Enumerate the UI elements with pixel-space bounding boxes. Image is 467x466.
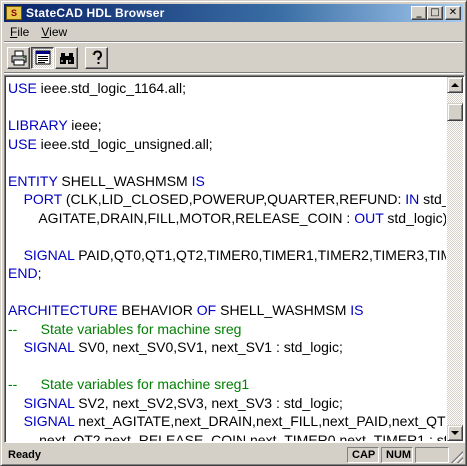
code-line: AGITATE,DRAIN,FILL,MOTOR,RELEASE_COIN : … xyxy=(8,209,446,228)
code-keyword: OUT xyxy=(354,209,384,226)
view-button[interactable] xyxy=(31,47,54,69)
code-text: SHELL_WASHMSM xyxy=(216,302,351,318)
code-line: -- State variables for machine sreg xyxy=(8,320,446,339)
print-button[interactable] xyxy=(7,47,30,69)
status-bar: Ready CAP NUM xyxy=(4,446,463,463)
browser-window-icon xyxy=(35,50,50,65)
code-keyword: IS xyxy=(191,172,205,189)
code-text: std_logic); xyxy=(383,209,446,226)
scroll-down-button[interactable] xyxy=(447,425,463,441)
code-text: SHELL_WASHMSM xyxy=(57,172,192,189)
menu-view[interactable]: View xyxy=(35,25,73,39)
code-keyword: IN xyxy=(405,191,420,207)
code-line: -- State variables for machine sreg1 xyxy=(8,375,446,394)
code-text: SV2, next_SV2,SV3, next_SV3 : std_logic; xyxy=(74,394,343,411)
code-text: BEHAVIOR xyxy=(117,302,197,318)
code-text: SV0, next_SV0,SV1, next_SV1 : std_logic; xyxy=(74,339,343,355)
code-comment: -- State variables for machine sreg1 xyxy=(8,376,250,392)
code-text: ieee.std_logic_1164.all; xyxy=(36,80,186,96)
maximize-button[interactable]: □ xyxy=(427,6,443,20)
code-keyword: USE xyxy=(8,135,37,152)
toolbar xyxy=(7,46,109,70)
code-keyword: SIGNAL xyxy=(23,339,75,355)
resize-grip[interactable] xyxy=(451,451,463,463)
menu-file[interactable]: File xyxy=(4,25,35,39)
code-text: ; xyxy=(37,265,42,281)
minimize-button[interactable]: _ xyxy=(411,6,427,20)
code-line: SIGNAL SV0, next_SV0,SV1, next_SV1 : std… xyxy=(8,338,446,357)
code-keyword: END xyxy=(8,265,38,281)
code-line: USE ieee.std_logic_unsigned.all; xyxy=(8,135,446,154)
code-line: END; xyxy=(8,264,446,283)
code-keyword: SIGNAL xyxy=(23,413,75,429)
help-question-icon xyxy=(91,50,102,64)
code-text: next_QT2,next_RELEASE_COIN,next_TIMER0,n… xyxy=(39,431,446,442)
code-line: SIGNAL SV2, next_SV2,SV3, next_SV3 : std… xyxy=(8,394,446,413)
code-line: ARCHITECTURE BEHAVIOR OF SHELL_WASHMSM I… xyxy=(8,301,446,320)
close-icon: ✕ xyxy=(448,7,458,18)
window-title: StateCAD HDL Browser xyxy=(26,6,165,20)
code-line: next_QT2,next_RELEASE_COIN,next_TIMER0,n… xyxy=(8,431,446,442)
printer-icon xyxy=(11,50,26,66)
statecad-app-icon[interactable]: S xyxy=(6,6,22,20)
find-button[interactable] xyxy=(55,47,78,69)
code-keyword: SIGNAL xyxy=(23,246,75,263)
code-keyword: IS xyxy=(350,302,364,318)
arrow-up-icon xyxy=(451,83,459,87)
code-line: SIGNAL next_AGITATE,next_DRAIN,next_FILL… xyxy=(8,412,446,431)
code-view-frame: USE ieee.std_logic_1164.all; LIBRARY iee… xyxy=(4,75,465,443)
app-window: S StateCAD HDL Browser _ □ ✕ File View U… xyxy=(0,0,467,466)
code-keyword: USE xyxy=(8,80,37,96)
toolbar-bottom-divider xyxy=(4,72,463,74)
scroll-thumb[interactable] xyxy=(447,103,463,121)
caps-lock-indicator: CAP xyxy=(347,446,379,463)
code-line: SIGNAL PAID,QT0,QT1,QT2,TIMER0,TIMER1,TI… xyxy=(8,246,446,265)
hdl-code-view[interactable]: USE ieee.std_logic_1164.all; LIBRARY iee… xyxy=(8,79,446,441)
code-keyword: SIGNAL xyxy=(23,394,75,411)
code-text: std_logic; xyxy=(423,191,446,207)
code-text: next_AGITATE,next_DRAIN,next_FILL,next_P… xyxy=(78,413,446,429)
vertical-scrollbar[interactable] xyxy=(447,77,463,441)
code-line: USE ieee.std_logic_1164.all; xyxy=(8,79,446,98)
code-keyword: ARCHITECTURE xyxy=(8,302,118,318)
code-comment: -- State variables for machine sreg xyxy=(8,320,242,337)
code-text: ieee.std_logic_unsigned.all; xyxy=(36,135,213,152)
code-text: (CLK,LID_CLOSED,POWERUP,QUARTER,REFUND: xyxy=(61,191,406,207)
close-button[interactable]: ✕ xyxy=(445,6,461,20)
code-line: LIBRARY ieee; xyxy=(8,116,446,135)
menu-bar: File View xyxy=(4,23,73,41)
code-text: ieee; xyxy=(67,117,102,133)
toolbar-top-divider xyxy=(4,41,463,43)
code-keyword: OF xyxy=(196,302,217,318)
minimize-icon: _ xyxy=(416,7,422,18)
help-button[interactable] xyxy=(85,47,108,69)
scroll-up-button[interactable] xyxy=(447,77,463,93)
code-line: ENTITY SHELL_WASHMSM IS xyxy=(8,172,446,191)
code-keyword: LIBRARY xyxy=(8,117,68,133)
code-text: AGITATE,DRAIN,FILL,MOTOR,RELEASE_COIN : xyxy=(8,209,355,226)
title-bar[interactable]: S StateCAD HDL Browser _ □ ✕ xyxy=(4,4,463,22)
scroll-lock-indicator xyxy=(415,446,449,463)
code-keyword: ENTITY xyxy=(8,172,58,189)
binoculars-icon xyxy=(59,53,74,64)
status-text: Ready xyxy=(8,448,42,461)
num-lock-indicator: NUM xyxy=(381,446,413,463)
code-keyword: PORT xyxy=(23,191,62,207)
code-text: PAID,QT0,QT1,QT2,TIMER0,TIMER1,TIMER2,TI… xyxy=(78,246,446,263)
maximize-icon: □ xyxy=(430,7,440,18)
code-line: PORT (CLK,LID_CLOSED,POWERUP,QUARTER,REF… xyxy=(8,190,446,209)
arrow-down-icon xyxy=(451,431,459,435)
